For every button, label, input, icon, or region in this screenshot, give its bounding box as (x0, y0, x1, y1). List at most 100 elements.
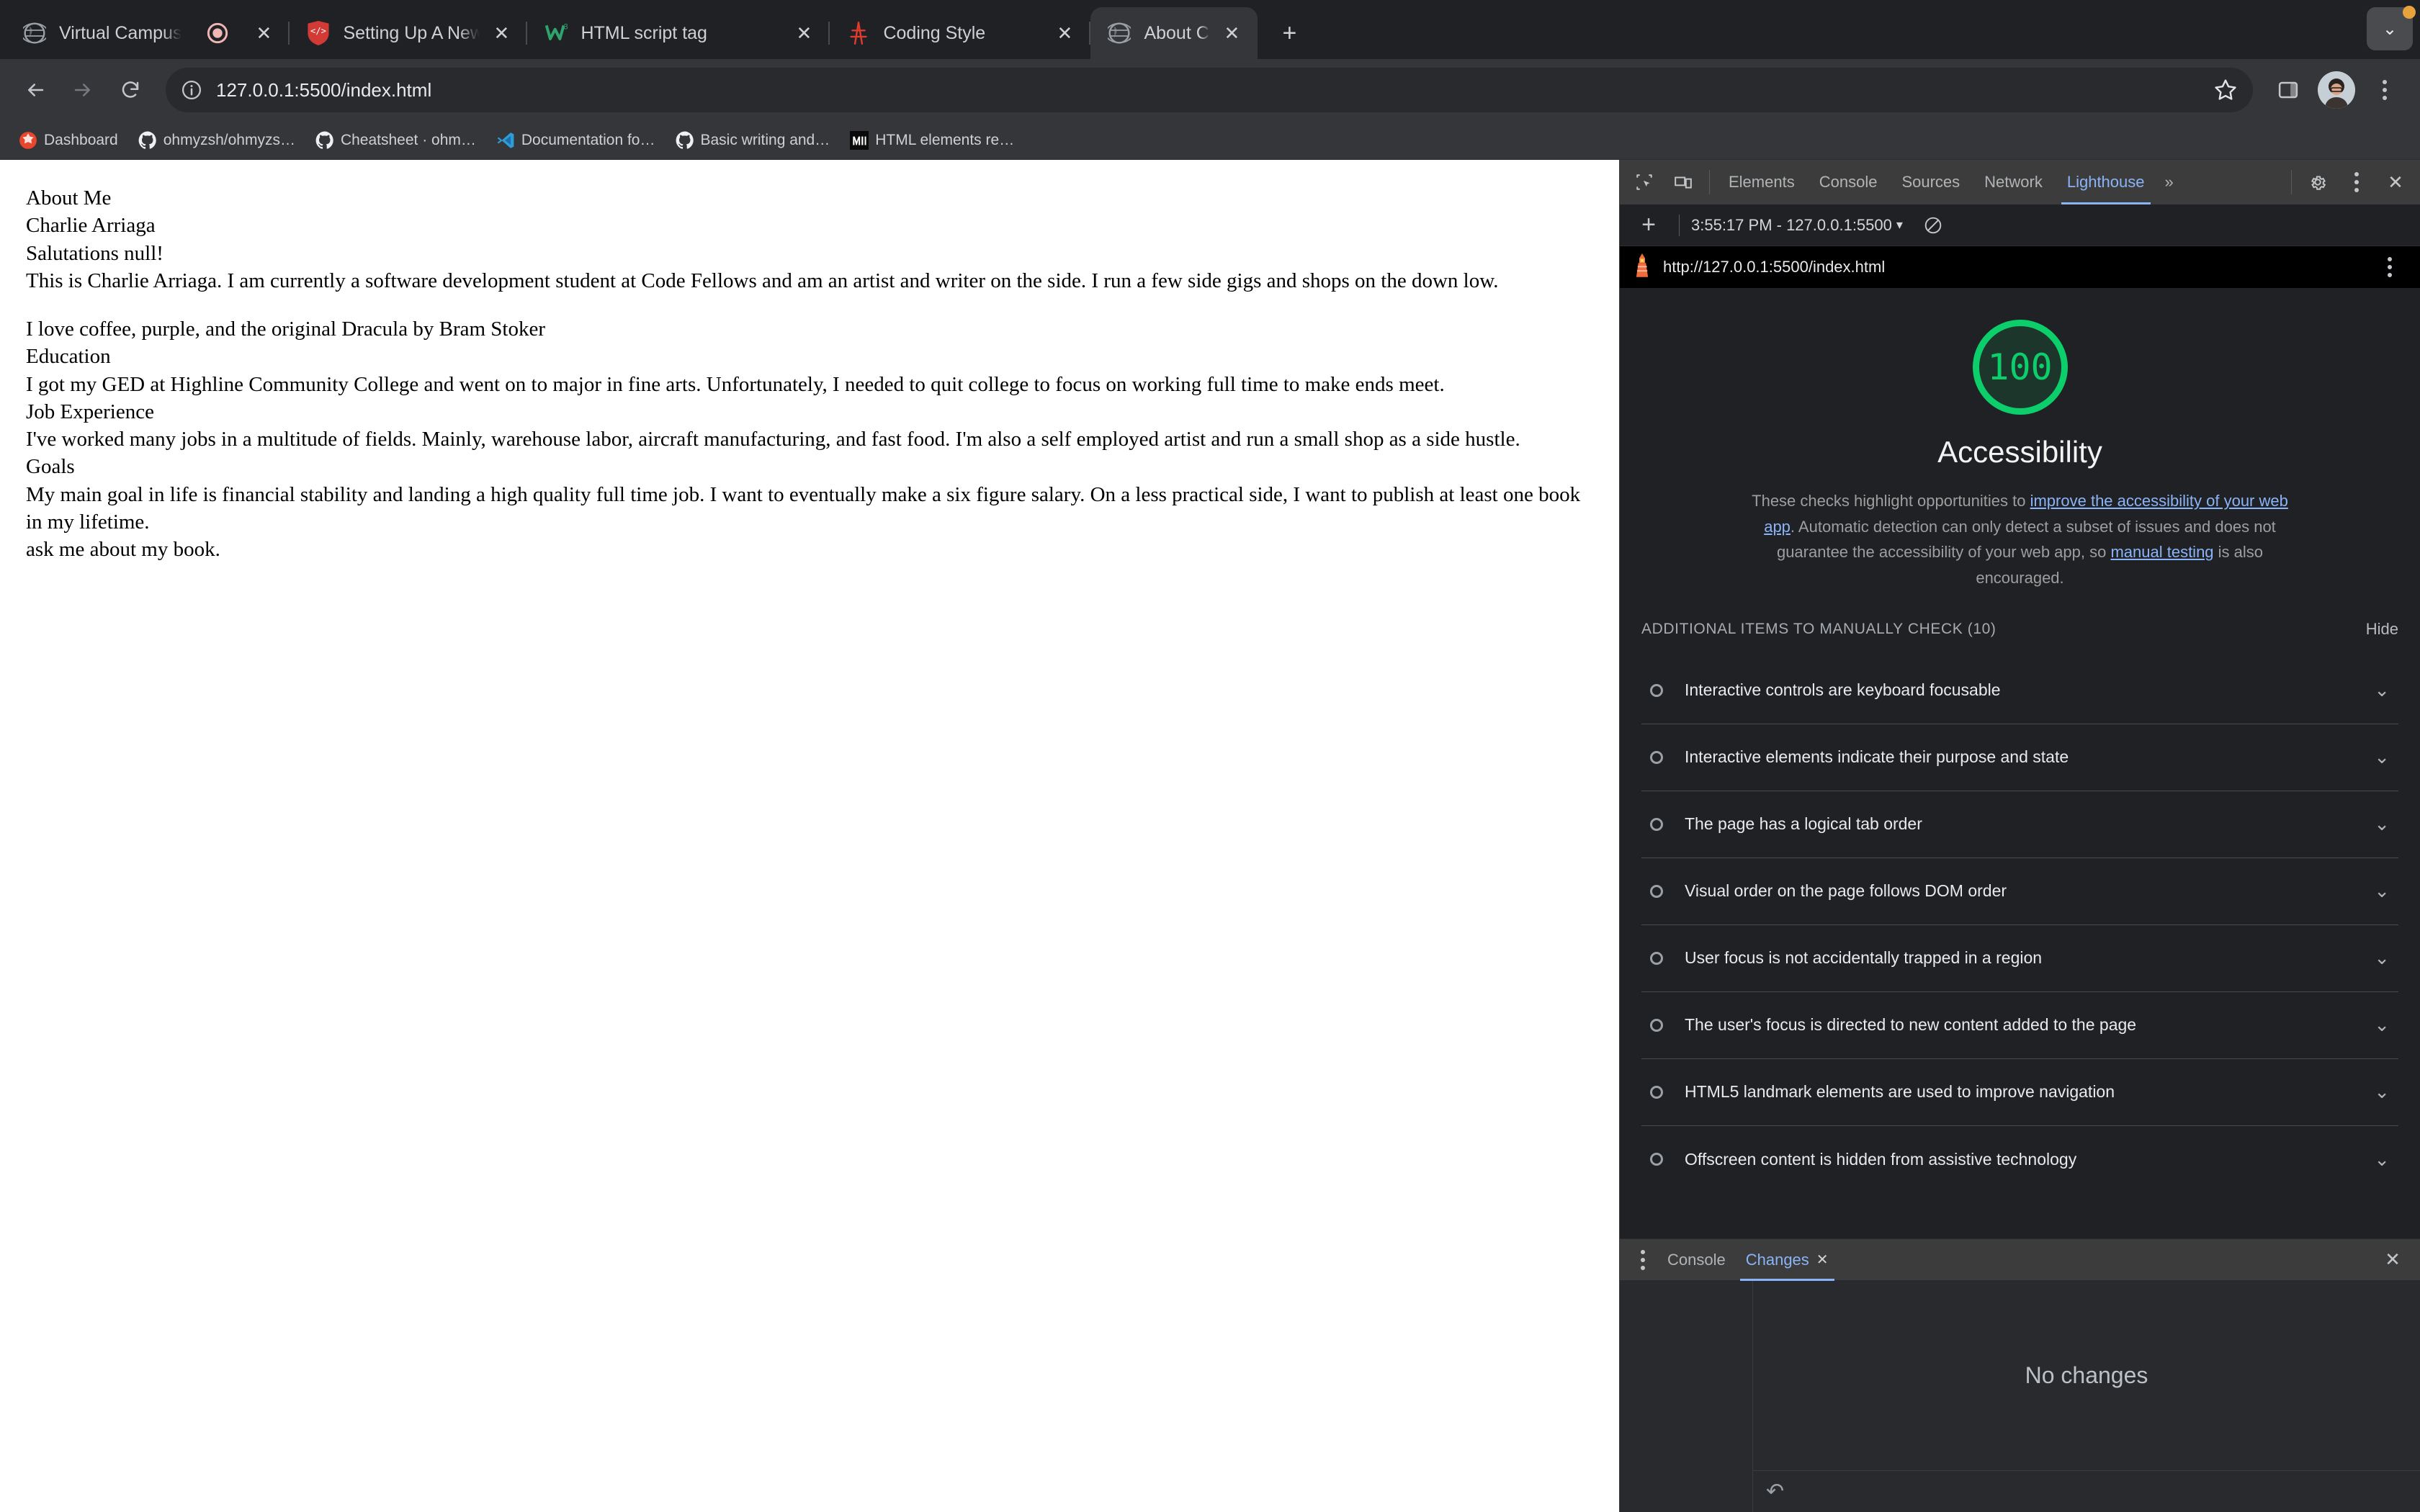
revert-icon[interactable]: ↶ (1766, 1479, 1784, 1504)
address-bar[interactable]: 127.0.0.1:5500/index.html (166, 68, 2253, 112)
gear-icon[interactable] (2299, 163, 2336, 201)
bookmark-star-icon[interactable] (2205, 70, 2246, 110)
github-icon (138, 131, 157, 150)
divider (1679, 214, 1680, 236)
svg-text:3: 3 (564, 23, 568, 32)
drawer-tab-console[interactable]: Console (1657, 1239, 1736, 1281)
bookmark-documentation[interactable]: Documentation fo… (488, 127, 664, 154)
browser-tab-coding-style[interactable]: Coding Style ✕ (830, 7, 1091, 59)
devtools-tab-console[interactable]: Console (1808, 160, 1889, 204)
lighthouse-run-selector[interactable]: 3:55:17 PM - 127.0.0.1:5500 (1691, 216, 1892, 235)
audit-row[interactable]: Offscreen content is hidden from assisti… (1641, 1126, 2398, 1193)
tab-close-button[interactable]: ✕ (485, 17, 517, 49)
bookmark-ohmyzsh[interactable]: ohmyzsh/ohmyzs… (130, 127, 304, 154)
audit-row[interactable]: Interactive elements indicate their purp… (1641, 724, 2398, 791)
browser-menu-button[interactable] (2362, 68, 2407, 112)
lighthouse-new-report-button[interactable]: + (1630, 207, 1667, 244)
browser-toolbar: 127.0.0.1:5500/index.html (0, 59, 2420, 121)
address-bar-url[interactable]: 127.0.0.1:5500/index.html (216, 79, 2205, 102)
lighthouse-report-menu-button[interactable] (2371, 248, 2408, 286)
chevron-down-icon[interactable]: ⌄ (2374, 1014, 2394, 1036)
audit-row[interactable]: The page has a logical tab order ⌄ (1641, 791, 2398, 858)
kebab-icon (2388, 257, 2392, 277)
browser-tab-about-charlie[interactable]: About Charlie ✕ (1090, 7, 1258, 59)
site-info-icon[interactable] (174, 73, 209, 107)
tab-close-button[interactable]: ✕ (1216, 17, 1247, 49)
chevron-down-icon[interactable]: ⌄ (2374, 813, 2394, 835)
kebab-icon (2354, 172, 2359, 192)
devtools-tab-network[interactable]: Network (1973, 160, 2054, 204)
globe-icon (1106, 20, 1132, 46)
audit-row[interactable]: Interactive controls are keyboard focusa… (1641, 657, 2398, 724)
tower-icon (846, 20, 871, 46)
bookmark-label: ohmyzsh/ohmyzs… (163, 131, 295, 148)
section-title: ADDITIONAL ITEMS TO MANUALLY CHECK (10) (1641, 620, 1996, 637)
score-gauge: 100 (1972, 320, 2068, 415)
changes-file-list[interactable] (1620, 1280, 1753, 1512)
drawer-tab-changes[interactable]: Changes ✕ (1736, 1239, 1839, 1281)
browser-tab-virtual-campus[interactable]: Virtual Campus (6, 7, 192, 59)
bookmark-label: Documentation fo… (521, 131, 655, 148)
chevron-down-icon[interactable]: ⌄ (2374, 1148, 2394, 1171)
browser-tab-record[interactable]: ✕ (192, 7, 290, 59)
bookmark-dashboard[interactable]: Dashboard (10, 127, 127, 154)
audit-row[interactable]: The user's focus is directed to new cont… (1641, 992, 2398, 1059)
bookmark-html-elements[interactable]: HTML elements re… (841, 127, 1023, 154)
reload-button[interactable] (108, 68, 153, 112)
drawer-tab-close-icon[interactable]: ✕ (1816, 1251, 1829, 1269)
window-menu-button[interactable]: ⌄ (2367, 6, 2416, 50)
desc-part: These checks highlight opportunities to (1752, 492, 2030, 510)
new-tab-button[interactable]: + (1269, 13, 1309, 53)
chevron-down-icon[interactable]: ⌄ (2374, 679, 2394, 701)
devtools-menu-button[interactable] (2338, 163, 2375, 201)
page-line: This is Charlie Arriaga. I am currently … (26, 269, 1499, 292)
chevron-down-icon: ⌄ (2382, 19, 2398, 39)
devtools-close-button[interactable]: ✕ (2377, 163, 2414, 201)
chevron-down-icon[interactable]: ⌄ (2374, 1081, 2394, 1103)
score-description: These checks highlight opportunities to … (1747, 488, 2294, 591)
chevron-down-icon[interactable]: ⌄ (2374, 880, 2394, 902)
manual-audit-list: Interactive controls are keyboard focusa… (1641, 657, 2398, 1193)
audit-row[interactable]: User focus is not accidentally trapped i… (1641, 925, 2398, 992)
page-line: About Me (26, 186, 112, 210)
lighthouse-clear-button[interactable] (1914, 207, 1952, 244)
manual-testing-link[interactable]: manual testing (2110, 543, 2213, 561)
browser-tab-setting-up-201[interactable]: </> Setting Up A New 201 Code F ✕ (290, 7, 528, 59)
globe-icon (22, 20, 48, 46)
chevron-down-icon[interactable]: ⌄ (2374, 746, 2394, 768)
codefellows-icon (19, 131, 37, 150)
forward-button[interactable] (60, 68, 105, 112)
devtools-more-tabs-button[interactable]: » (2158, 160, 2181, 204)
page-line: ask me about my book. (26, 538, 220, 562)
tab-close-button[interactable]: ✕ (1049, 17, 1080, 49)
devtools-tab-sources[interactable]: Sources (1890, 160, 1971, 204)
drawer-menu-button[interactable] (1628, 1241, 1657, 1279)
devtools-tab-elements[interactable]: Elements (1717, 160, 1806, 204)
mdn-icon (850, 130, 869, 150)
hide-section-button[interactable]: Hide (2366, 620, 2398, 639)
kebab-icon (2383, 80, 2387, 100)
bookmark-cheatsheet[interactable]: Cheatsheet · ohm… (307, 127, 485, 154)
chevron-down-icon[interactable]: ▾ (1896, 217, 1903, 233)
device-toolbar-icon[interactable] (1664, 163, 1702, 201)
audit-row[interactable]: HTML5 landmark elements are used to impr… (1641, 1059, 2398, 1126)
bookmark-label: Basic writing and… (700, 131, 830, 148)
audit-row[interactable]: Visual order on the page follows DOM ord… (1641, 858, 2398, 925)
browser-tab-html-script-tag[interactable]: 3 HTML script tag ✕ (527, 7, 830, 59)
tab-close-button[interactable]: ✕ (248, 17, 279, 49)
drawer-tab-label: Console (1667, 1250, 1726, 1269)
lighthouse-report-body: 100 Accessibility These checks highlight… (1620, 288, 2420, 1238)
lighthouse-toolbar: + 3:55:17 PM - 127.0.0.1:5500 ▾ (1620, 204, 2420, 246)
devtools-tabbar: Elements Console Sources Network Lightho… (1620, 160, 2420, 204)
drawer-close-button[interactable]: ✕ (2374, 1241, 2411, 1279)
main-area: About Me Charlie Arriaga Salutations nul… (0, 160, 2420, 1512)
side-panel-button[interactable] (2266, 68, 2311, 112)
avatar[interactable] (2318, 71, 2355, 109)
back-button[interactable] (13, 68, 58, 112)
audit-label: The user's focus is directed to new cont… (1685, 1015, 2137, 1034)
bookmark-basic-writing[interactable]: Basic writing and… (667, 127, 839, 154)
devtools-tab-lighthouse[interactable]: Lighthouse (2056, 160, 2156, 204)
inspect-element-icon[interactable] (1626, 163, 1663, 201)
chevron-down-icon[interactable]: ⌄ (2374, 947, 2394, 969)
tab-close-button[interactable]: ✕ (788, 17, 820, 49)
